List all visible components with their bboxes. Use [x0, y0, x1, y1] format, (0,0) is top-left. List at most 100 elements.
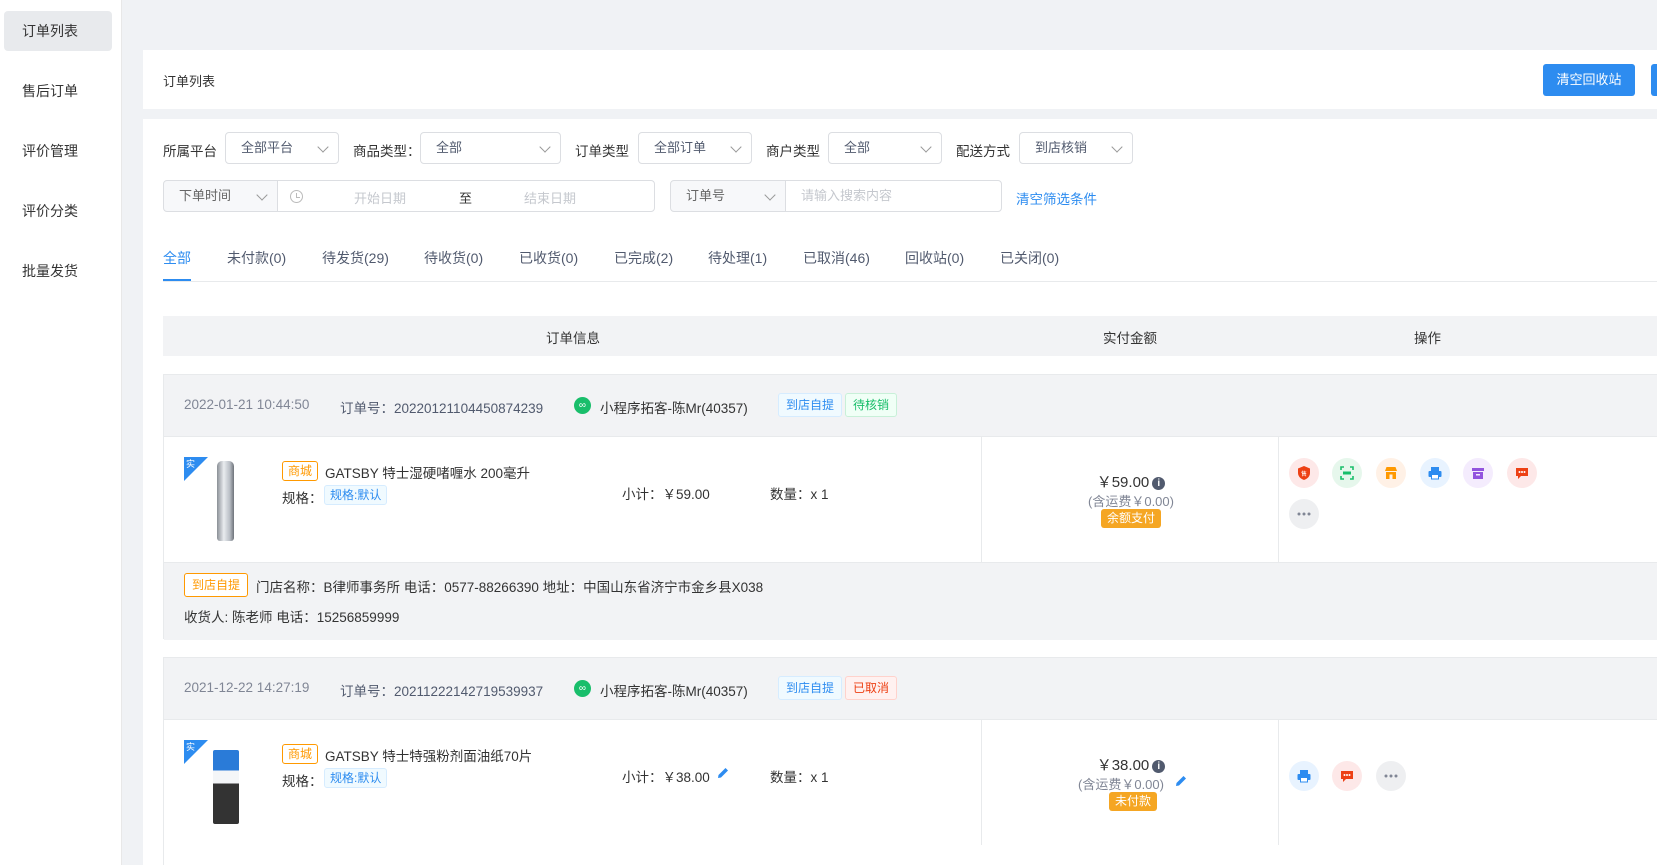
- pay-method-badge: 未付款: [1109, 792, 1158, 811]
- shipping-fee: (含运费￥0.00): [1078, 777, 1164, 792]
- clear-recycle-button[interactable]: 清空回收站: [1543, 64, 1635, 96]
- product-name[interactable]: GATSBY 特士特强粉剂面油纸70片: [325, 745, 532, 765]
- paid-amount-value: ￥38.00: [1096, 757, 1150, 774]
- tab-closed[interactable]: 已关闭(0): [1000, 248, 1059, 268]
- order-status-tabs: 全部 未付款(0) 待发货(29) 待收货(0) 已收货(0) 已完成(2) 待…: [163, 244, 1657, 282]
- merchant-type-select[interactable]: 全部: [828, 132, 942, 164]
- header-amount: 实付金额: [1103, 331, 1157, 346]
- customer-name: 小程序拓客-陈Mr(40357): [600, 401, 748, 416]
- edit-shipping-icon[interactable]: [1174, 774, 1188, 788]
- tab-received[interactable]: 已收货(0): [519, 248, 578, 268]
- order-list-panel: 所属平台 全部平台 商品类型： 全部 订单类型 全部订单 商户类型 全部 配送方…: [143, 119, 1657, 865]
- tab-all[interactable]: 全部: [163, 248, 191, 268]
- time-type-select-value: 下单时间: [179, 188, 232, 203]
- info-icon[interactable]: i: [1152, 477, 1166, 490]
- clear-filters-link[interactable]: 清空筛选条件: [1016, 188, 1097, 208]
- spec-value: 规格:默认: [324, 768, 388, 788]
- product-pack-image: [213, 750, 239, 824]
- info-icon[interactable]: i: [1152, 760, 1166, 773]
- quantity: 数量：x 1: [770, 770, 829, 785]
- tab-pending[interactable]: 待处理(1): [708, 248, 767, 268]
- product-name[interactable]: GATSBY 特士湿硬啫喱水 200毫升: [325, 462, 530, 482]
- more-icon[interactable]: [1289, 499, 1319, 529]
- order-type-select[interactable]: 全部订单: [638, 132, 752, 164]
- tab-completed[interactable]: 已完成(2): [614, 248, 673, 268]
- goods-type-select[interactable]: 全部: [420, 132, 561, 164]
- store-icon[interactable]: [1376, 458, 1406, 488]
- order-number: 订单号：2022012110445087423​9: [340, 401, 544, 416]
- tab-to-receive[interactable]: 待收货(0): [424, 248, 483, 268]
- platform-label: 所属平台: [163, 144, 217, 159]
- chevron-down-icon: [539, 141, 551, 153]
- table-header: 订单信息 实付金额 操作: [163, 316, 1657, 356]
- mini-program-icon: ∞: [574, 680, 591, 697]
- sidebar-item-order-list[interactable]: 订单列表: [4, 11, 112, 51]
- search-field-select[interactable]: 订单号: [670, 180, 786, 212]
- chevron-down-icon: [764, 189, 776, 201]
- product-row: 实 商城 GATSBY 特士特强粉剂面油纸70片 规格： 规格:默认 小计：￥3…: [164, 720, 1657, 845]
- store-pickup-info: 到店自提 门店名称：B律师事务所 电话：0577-88266390 地址：中国山…: [164, 562, 1657, 640]
- sidebar-item-review-manage[interactable]: 评价管理: [4, 131, 112, 171]
- merchant-type-label: 商户类型: [766, 144, 820, 159]
- column-divider: [981, 720, 982, 845]
- pay-method-badge: 余额支付: [1101, 509, 1162, 528]
- mall-tag: 商城: [282, 744, 319, 764]
- order-type-label: 订单类型: [575, 144, 629, 159]
- print-icon[interactable]: [1420, 458, 1450, 488]
- customer-name: 小程序拓客-陈Mr(40357): [600, 684, 748, 699]
- column-divider: [1278, 720, 1279, 845]
- date-range-picker[interactable]: 开始日期 至 结束日期: [277, 180, 655, 212]
- order-card: 2022-01-21 10:44:50 订单号：2022012110445087…: [163, 374, 1657, 640]
- order-time: 2022-01-21 10:44:50: [184, 397, 310, 412]
- mall-tag: 商城: [282, 461, 319, 481]
- page-header: 订单列表 清空回收站: [143, 50, 1657, 109]
- edit-subtotal-icon[interactable]: [716, 766, 730, 780]
- spec-label: 规格：: [282, 774, 323, 789]
- quantity: 数量：x 1: [770, 487, 829, 502]
- sidebar-item-review-category[interactable]: 评价分类: [4, 191, 112, 231]
- platform-select[interactable]: 全部平台: [225, 132, 339, 164]
- delivery-select[interactable]: 到店核销: [1019, 132, 1133, 164]
- tab-to-ship[interactable]: 待发货(29): [322, 248, 389, 268]
- tab-cancelled[interactable]: 已取消(46): [803, 248, 870, 268]
- delivery-tag: 到店自提: [778, 676, 843, 700]
- store-details: 门店名称：B律师事务所 电话：0577-88266390 地址：中国山东省济宁市…: [256, 580, 764, 595]
- tab-recycle-bin[interactable]: 回收站(0): [905, 248, 964, 268]
- chevron-down-icon: [1111, 141, 1123, 153]
- sidebar-item-batch-ship[interactable]: 批量发货: [4, 251, 112, 291]
- end-date-input[interactable]: 结束日期: [524, 188, 576, 207]
- product-bottle-image: [217, 461, 234, 541]
- order-type-select-value: 全部订单: [654, 140, 707, 155]
- paid-amount: ￥38.00 i: [981, 754, 1281, 775]
- verify-icon[interactable]: [1332, 458, 1362, 488]
- svg-text:售: 售: [1301, 470, 1307, 478]
- page-title: 订单列表: [163, 74, 216, 89]
- active-tab-indicator: [163, 279, 191, 281]
- status-badge: 待核销: [845, 393, 898, 417]
- delivery-select-value: 到店核销: [1035, 140, 1088, 155]
- order-header: 2021-12-22 14:27:19 订单号：2021122214271953…: [164, 658, 1657, 720]
- tab-unpaid[interactable]: 未付款(0): [227, 248, 286, 268]
- start-date-input[interactable]: 开始日期: [354, 188, 406, 207]
- header-extra-button[interactable]: [1651, 64, 1657, 96]
- product-row: 实 商城 GATSBY 特士湿硬啫喱水 200毫升 规格： 规格:默认 小计：￥…: [164, 437, 1657, 562]
- order-time: 2021-12-22 14:27:19: [184, 680, 310, 695]
- chevron-down-icon: [256, 189, 268, 201]
- shipping-fee: (含运费￥0.00): [1088, 494, 1174, 509]
- header-order-info: 订单信息: [546, 331, 600, 346]
- order-number: 订单号：20211222142719539937: [340, 684, 544, 699]
- archive-icon[interactable]: [1463, 458, 1493, 488]
- message-icon[interactable]: [1507, 458, 1537, 488]
- platform-select-value: 全部平台: [241, 140, 294, 155]
- after-sale-icon[interactable]: 售: [1289, 458, 1319, 488]
- delivery-tag: 到店自提: [778, 393, 843, 417]
- sidebar-item-after-sale[interactable]: 售后订单: [4, 71, 112, 111]
- product-image[interactable]: 实: [184, 457, 239, 542]
- search-input[interactable]: 请输入搜索内容: [785, 180, 1002, 212]
- store-pickup-tag: 到店自提: [184, 573, 249, 597]
- print-icon[interactable]: [1289, 761, 1319, 791]
- product-image[interactable]: 实: [184, 740, 239, 825]
- message-icon[interactable]: [1332, 761, 1362, 791]
- more-icon[interactable]: [1376, 761, 1406, 791]
- time-type-select[interactable]: 下单时间: [163, 180, 278, 212]
